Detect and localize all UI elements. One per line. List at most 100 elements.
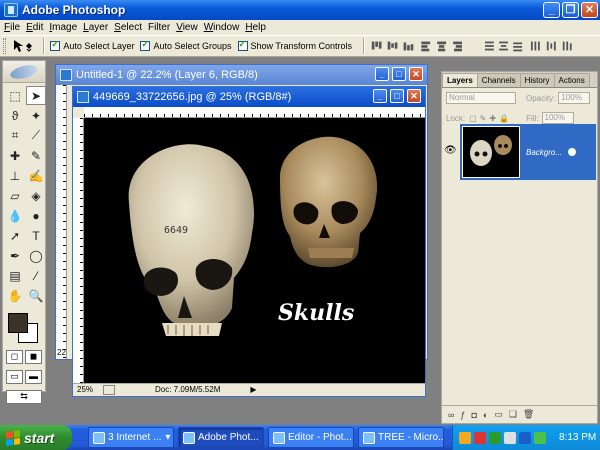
brush-tool-icon[interactable]: ✎ — [26, 146, 46, 165]
history-brush-tool-icon[interactable]: ✍ — [26, 166, 46, 185]
link-layers-icon[interactable]: ∞ — [448, 410, 454, 420]
status-icon[interactable] — [103, 384, 115, 395]
toolbox-header[interactable] — [3, 61, 45, 83]
move-tool-icon[interactable]: ➤ — [26, 86, 46, 105]
standard-mode-icon[interactable]: ◻ — [6, 350, 23, 364]
tab-layers[interactable]: Layers — [442, 73, 478, 87]
tray-icon-5[interactable] — [519, 431, 531, 444]
screen-mode-standard-icon[interactable]: ▭ — [6, 370, 23, 384]
doc-close-button[interactable]: ✕ — [407, 89, 421, 103]
notes-tool-icon[interactable]: ▤ — [5, 266, 25, 285]
shape-tool-icon[interactable]: ◯ — [26, 246, 46, 265]
auto-select-groups-checkbox[interactable]: Auto Select Groups — [140, 39, 232, 51]
magic-wand-tool-icon[interactable]: ✦ — [26, 106, 46, 125]
doc-minimize-button[interactable]: _ — [375, 67, 389, 81]
tab-history[interactable]: History — [519, 73, 555, 87]
taskbar-item-editor[interactable]: Editor - Phot... — [268, 427, 354, 448]
visibility-eye-icon[interactable]: 👁 — [444, 145, 457, 156]
doc-minimize-button[interactable]: _ — [373, 89, 387, 103]
menu-help[interactable]: Help — [244, 22, 271, 33]
doc-close-button[interactable]: ✕ — [409, 67, 423, 81]
taskbar-item-tree[interactable]: TREE - Micro... — [358, 427, 444, 448]
marquee-tool-icon[interactable]: ⬚ — [5, 86, 25, 105]
menu-edit[interactable]: Edit — [25, 22, 48, 33]
tray-icon-6[interactable] — [534, 431, 546, 444]
eyedropper-tool-icon[interactable]: ⁄ — [26, 266, 46, 285]
jump-to-imageready-icon[interactable]: ⇆ — [6, 390, 42, 404]
zoom-level[interactable]: 25% — [73, 385, 103, 394]
foreground-color-swatch[interactable] — [8, 313, 28, 333]
start-button[interactable]: start — [0, 425, 72, 450]
taskbar-item-internet[interactable]: 3 Internet ... ▾ — [88, 427, 174, 448]
taskbar-item-photoshop[interactable]: Adobe Phot... — [178, 427, 264, 448]
auto-select-layer-checkbox[interactable]: Auto Select Layer — [50, 39, 134, 51]
delete-layer-icon[interactable]: 🗑 — [523, 409, 534, 420]
eraser-tool-icon[interactable]: ▱ — [5, 186, 25, 205]
crop-tool-icon[interactable]: ⌗ — [5, 126, 25, 145]
menu-window[interactable]: Window — [203, 22, 245, 33]
blend-mode-select[interactable]: Normal — [446, 92, 516, 104]
tray-icon-1[interactable] — [459, 431, 471, 444]
menu-image[interactable]: Image — [48, 22, 82, 33]
paint-bucket-tool-icon[interactable]: ◈ — [26, 186, 46, 205]
quick-mask-icon[interactable]: ◼ — [25, 350, 42, 364]
menu-layer[interactable]: Layer — [82, 22, 113, 33]
move-tool-preset-icon[interactable] — [12, 37, 39, 55]
new-group-icon[interactable]: ▭ — [494, 409, 503, 420]
close-button[interactable]: ✕ — [581, 2, 598, 18]
lasso-tool-icon[interactable]: ϑ — [5, 106, 25, 125]
menu-file[interactable]: File — [3, 22, 25, 33]
opacity-input[interactable]: 100% — [558, 92, 591, 104]
layer-lock-icon — [568, 148, 577, 156]
tray-icon-4[interactable] — [504, 431, 516, 444]
menu-select[interactable]: Select — [113, 22, 147, 33]
tab-channels[interactable]: Channels — [476, 73, 521, 87]
document-title: 449669_33722656.jpg @ 25% (RGB/8#) — [93, 91, 292, 103]
palette-footer: ∞ ƒ ◘ ◐ ▭ ❏ 🗑 — [442, 405, 597, 423]
document-window-skulls: 449669_33722656.jpg @ 25% (RGB/8#) _ □ ✕ — [72, 86, 426, 397]
show-transform-controls-checkbox[interactable]: Show Transform Controls — [237, 39, 352, 51]
healing-brush-tool-icon[interactable]: ✚ — [5, 146, 25, 165]
document-titlebar[interactable]: Untitled-1 @ 22.2% (Layer 6, RGB/8) _ □ … — [56, 65, 427, 85]
type-tool-icon[interactable]: T — [26, 226, 46, 245]
document-info: Doc: 7.09M/5.52M — [155, 385, 221, 394]
image-canvas[interactable]: 6649 Skulls — [84, 118, 425, 383]
pen-tool-icon[interactable]: ✒ — [5, 246, 25, 265]
doc-maximize-button[interactable]: □ — [392, 67, 406, 81]
blur-tool-icon[interactable]: 💧 — [5, 206, 25, 225]
lock-buttons-icons[interactable]: ▢✎✚🔒 — [469, 114, 512, 123]
hand-tool-icon[interactable]: ✋ — [5, 286, 25, 305]
restore-button[interactable]: ❐ — [562, 2, 579, 18]
slice-tool-icon[interactable]: ⟋ — [26, 126, 46, 145]
opacity-label: Opacity: — [526, 93, 556, 103]
layer-style-icon[interactable]: ƒ — [460, 410, 465, 420]
options-bar: Auto Select Layer Auto Select Groups Sho… — [0, 35, 600, 57]
align-buttons-icons[interactable] — [370, 39, 600, 53]
tray-icon-2[interactable] — [474, 431, 486, 444]
path-selection-tool-icon[interactable]: ➚ — [5, 226, 25, 245]
mask-mode-buttons: ◻ ◼ — [3, 347, 45, 367]
left-skull — [128, 144, 255, 336]
options-grip[interactable] — [3, 38, 6, 54]
document-titlebar[interactable]: 449669_33722656.jpg @ 25% (RGB/8#) _ □ ✕ — [73, 87, 425, 107]
dodge-tool-icon[interactable]: ● — [26, 206, 46, 225]
tray-icon-3[interactable] — [489, 431, 501, 444]
minimize-button[interactable]: _ — [543, 2, 560, 18]
status-menu-arrow-icon[interactable]: ▶ — [250, 385, 256, 394]
fill-input[interactable]: 100% — [541, 112, 574, 124]
document-icon — [77, 91, 89, 103]
menu-view[interactable]: View — [175, 22, 203, 33]
editor-task-icon — [273, 431, 285, 444]
zoom-tool-icon[interactable]: 🔍 — [26, 286, 46, 305]
doc-maximize-button[interactable]: □ — [390, 89, 404, 103]
new-layer-icon[interactable]: ❏ — [509, 409, 517, 420]
adjustment-layer-icon[interactable]: ◐ — [483, 410, 488, 420]
layer-row-background[interactable]: Backgro... — [460, 124, 596, 180]
document-icon — [60, 69, 72, 81]
layer-mask-icon[interactable]: ◘ — [471, 410, 476, 420]
screen-mode-full-icon[interactable]: ▬ — [25, 370, 42, 384]
lock-label: Lock: — [446, 113, 466, 123]
menu-filter[interactable]: Filter — [147, 22, 175, 33]
tab-actions[interactable]: Actions — [553, 73, 590, 87]
clone-stamp-tool-icon[interactable]: ⊥ — [5, 166, 25, 185]
